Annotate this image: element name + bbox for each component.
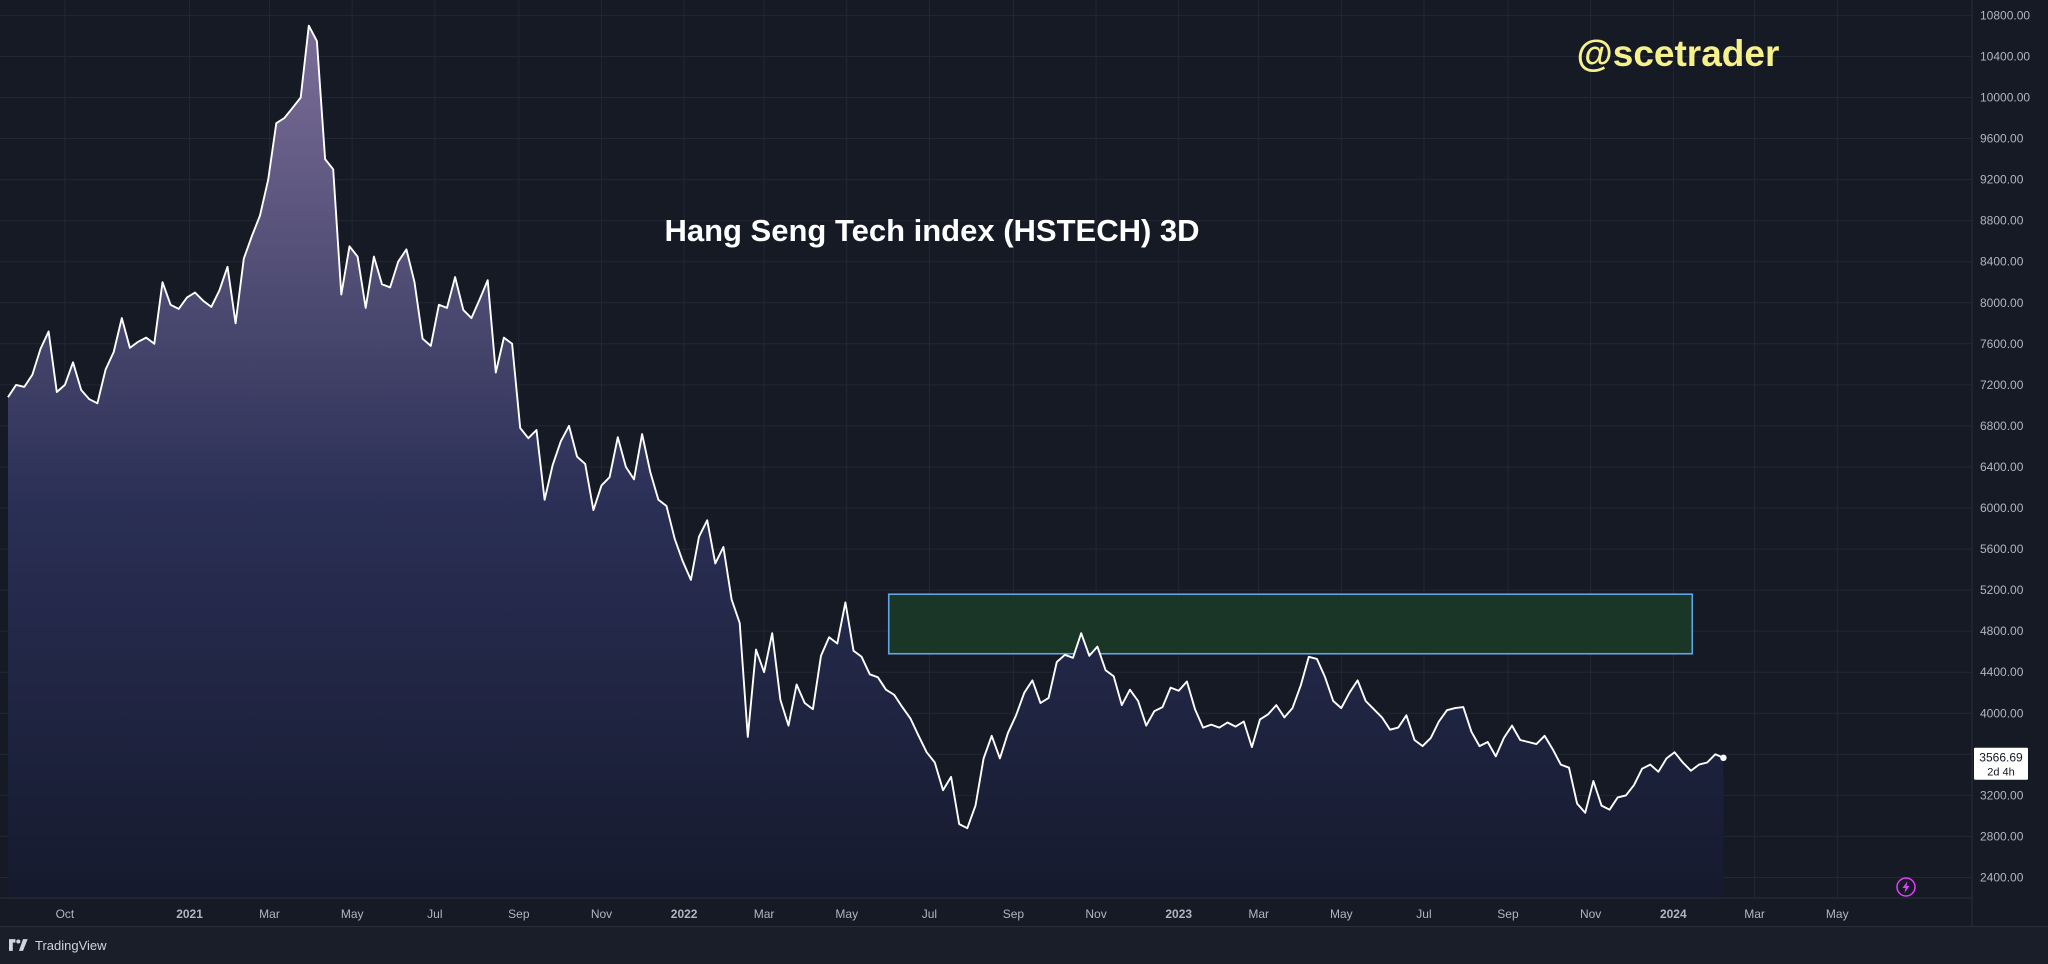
x-tick-label: May — [1826, 907, 1849, 921]
y-tick-label: 5600.00 — [1980, 542, 2024, 556]
y-tick-label: 3200.00 — [1980, 788, 2024, 802]
x-tick-label: Sep — [1003, 907, 1025, 921]
last-price-countdown: 2d 4h — [1987, 767, 2015, 779]
last-price-label: 3566.69 2d 4h — [1974, 747, 2028, 780]
chart[interactable]: 10800.00 10400.00 10000.00 9600.00 9200.00 88… — [0, 0, 2048, 964]
watermark-text: @scetrader — [1577, 33, 1780, 74]
chart-svg[interactable]: 10800.00 10400.00 10000.00 9600.00 9200.00 88… — [0, 0, 2048, 926]
y-tick-label: 2800.00 — [1980, 829, 2024, 843]
y-tick-label: 8800.00 — [1980, 214, 2024, 228]
x-tick-label: Nov — [1085, 907, 1106, 921]
y-tick-label: 2400.00 — [1980, 870, 2024, 884]
x-tick-label: 2022 — [671, 907, 698, 921]
x-tick-label: Jul — [427, 907, 442, 921]
x-tick-label: Sep — [508, 907, 530, 921]
y-tick-label: 7200.00 — [1980, 378, 2024, 392]
resistance-zone — [887, 593, 1694, 655]
y-tick-label: 9600.00 — [1980, 132, 2024, 146]
last-price-value: 3566.69 — [1979, 751, 2023, 765]
x-tick-label: Mar — [259, 907, 280, 921]
y-tick-label: 5200.00 — [1980, 583, 2024, 597]
x-tick-label: Mar — [1744, 907, 1765, 921]
y-tick-label: 10000.00 — [1980, 90, 2030, 104]
tradingview-logo-icon — [9, 939, 28, 951]
y-tick-label: 7600.00 — [1980, 337, 2024, 351]
x-tick-label: Nov — [1580, 907, 1601, 921]
y-tick-label: 6800.00 — [1980, 419, 2024, 433]
x-tick-label: Oct — [56, 907, 75, 921]
x-tick-label: Sep — [1497, 907, 1519, 921]
x-tick-label: 2023 — [1165, 907, 1192, 921]
x-tick-label: May — [1330, 907, 1353, 921]
tradingview-brand-label: TradingView — [35, 937, 107, 953]
y-tick-label: 4000.00 — [1980, 706, 2024, 720]
x-tick-label: Jul — [922, 907, 937, 921]
x-tick-label: Mar — [754, 907, 775, 921]
y-tick-label: 8000.00 — [1980, 296, 2024, 310]
y-tick-label: 10800.00 — [1980, 8, 2030, 22]
x-tick-label: May — [835, 907, 858, 921]
y-tick-label: 8400.00 — [1980, 255, 2024, 269]
tradingview-brand[interactable]: TradingView — [9, 935, 107, 955]
x-tick-label: Mar — [1248, 907, 1269, 921]
x-tick-label: Jul — [1416, 907, 1431, 921]
y-tick-label: 4800.00 — [1980, 624, 2024, 638]
x-tick-label: 2024 — [1660, 907, 1687, 921]
last-point-marker — [1720, 754, 1727, 762]
y-tick-label: 4400.00 — [1980, 665, 2024, 679]
y-tick-label: 10400.00 — [1980, 49, 2030, 63]
zone — [887, 593, 1694, 655]
x-tick-label: May — [341, 907, 364, 921]
y-tick-label: 6400.00 — [1980, 460, 2024, 474]
y-tick-label: 9200.00 — [1980, 173, 2024, 187]
y-tick-label: 6000.00 — [1980, 501, 2024, 515]
footer-bar — [0, 926, 2048, 964]
chart-title: Hang Seng Tech index (HSTECH) 3D — [664, 213, 1199, 248]
x-tick-label: Nov — [591, 907, 612, 921]
x-tick-label: 2021 — [176, 907, 203, 921]
